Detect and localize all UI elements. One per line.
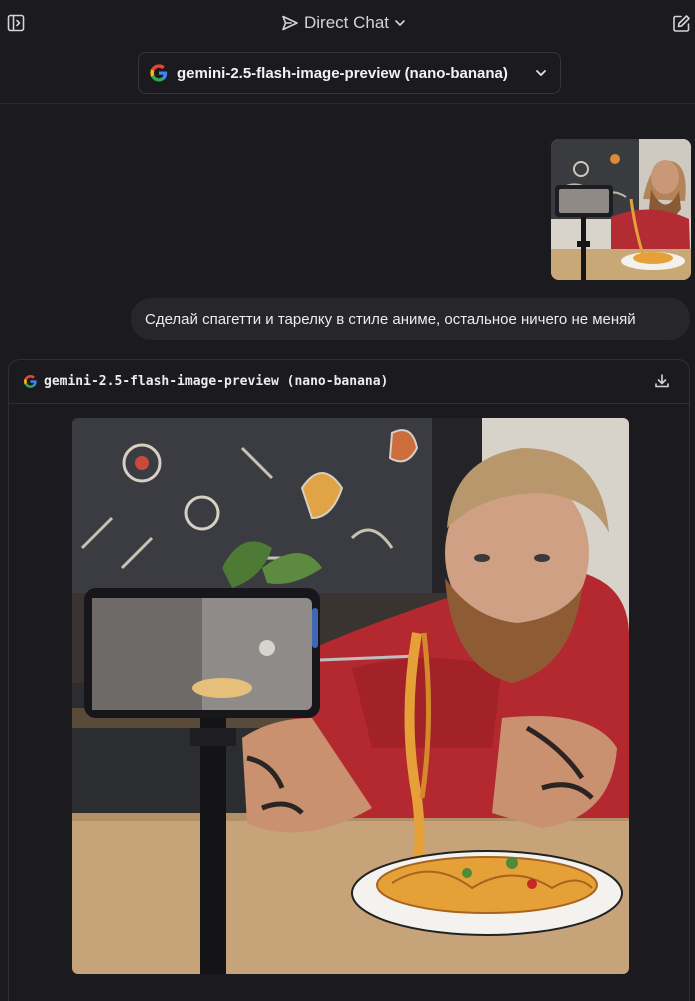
user-message-bubble: Сделай спагетти и тарелку в стиле аниме,… [131, 298, 690, 340]
chevron-down-icon [395, 20, 405, 26]
sidebar-toggle-icon [7, 14, 25, 32]
chevron-down-icon [536, 70, 546, 76]
send-paper-plane-icon [282, 15, 298, 31]
response-card: gemini-2.5-flash-image-preview (nano-ban… [8, 359, 690, 1001]
chat-mode-dropdown[interactable]: Direct Chat [281, 12, 406, 34]
edit-new-chat-icon [672, 14, 690, 32]
response-model-label: gemini-2.5-flash-image-preview (nano-ban… [44, 374, 389, 389]
generated-image[interactable] [72, 418, 629, 974]
sidebar-toggle-button[interactable] [6, 13, 26, 33]
header-divider [0, 103, 695, 104]
model-selector-label: gemini-2.5-flash-image-preview (nano-ban… [177, 64, 508, 82]
new-chat-button[interactable] [671, 13, 691, 33]
google-g-icon [150, 64, 168, 82]
response-card-header: gemini-2.5-flash-image-preview (nano-ban… [9, 360, 689, 404]
user-message-text: Сделай спагетти и тарелку в стиле аниме,… [145, 310, 636, 328]
user-uploaded-image[interactable] [551, 139, 691, 280]
chat-mode-label: Direct Chat [304, 13, 390, 32]
generated-photo [72, 418, 629, 974]
photo-thumbnail [551, 139, 691, 280]
google-g-icon [24, 375, 37, 388]
model-selector[interactable]: gemini-2.5-flash-image-preview (nano-ban… [138, 52, 561, 94]
download-button[interactable] [653, 372, 671, 390]
app: Direct Chat gemini-2.5-flash-image-previ… [0, 0, 695, 1001]
top-bar: Direct Chat [0, 0, 695, 48]
download-icon [655, 374, 669, 388]
